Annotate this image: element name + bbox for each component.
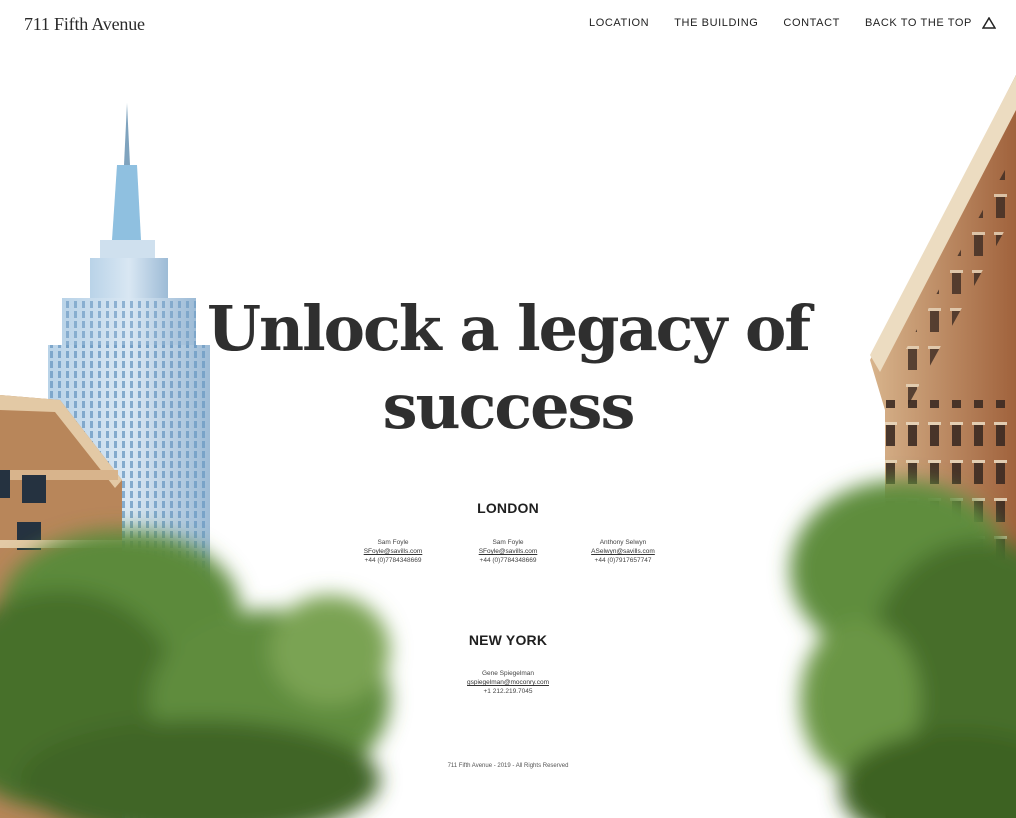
contact-card: Gene Spiegelman gspiegelman@moconry.com … <box>451 669 566 696</box>
contact-phone: +44 (0)7784348669 <box>479 557 537 564</box>
footer-copyright: 711 Fifth Avenue - 2019 - All Rights Res… <box>447 763 569 769</box>
contact-name: Gene Spiegelman <box>481 670 535 677</box>
contact-email[interactable]: SFoyle@savills.com <box>451 547 566 556</box>
hero-line-1: Unlock a legacy of <box>206 292 811 365</box>
nav-the-building[interactable]: THE BUILDING <box>674 17 758 29</box>
contact-phone: +1 212.219.7045 <box>483 688 533 695</box>
contact-email[interactable]: gspiegelman@moconry.com <box>451 678 566 687</box>
contact-phone: +44 (0)7917657747 <box>594 557 652 564</box>
contact-card: Anthony Selwyn ASelwyn@savills.com +44 (… <box>566 538 681 565</box>
london-title: LONDON <box>477 500 539 516</box>
contact-card: Sam Foyle SFoyle@savills.com +44 (0)7784… <box>336 538 451 565</box>
contact-card: Sam Foyle SFoyle@savills.com +44 (0)7784… <box>451 538 566 565</box>
contact-name: Sam Foyle <box>492 539 524 546</box>
hero-line-2: success <box>382 370 636 443</box>
nav-location[interactable]: LOCATION <box>589 17 649 29</box>
main-nav: LOCATION THE BUILDING CONTACT BACK TO TH… <box>564 17 996 29</box>
contact-email[interactable]: ASelwyn@savills.com <box>566 547 681 556</box>
new-york-contacts: Gene Spiegelman gspiegelman@moconry.com … <box>0 669 1016 696</box>
contact-name: Anthony Selwyn <box>599 539 647 546</box>
london-contacts: Sam Foyle SFoyle@savills.com +44 (0)7784… <box>0 538 1016 565</box>
nav-contact[interactable]: CONTACT <box>783 17 840 29</box>
hero-headline: Unlock a legacy of success <box>0 290 1016 446</box>
contact-email[interactable]: SFoyle@savills.com <box>336 547 451 556</box>
triangle-up-icon[interactable] <box>982 17 996 29</box>
new-york-title: NEW YORK <box>468 632 548 648</box>
contact-name: Sam Foyle <box>377 539 409 546</box>
empire-state-building <box>48 103 210 818</box>
right-building <box>870 75 1016 818</box>
nav-back-to-top[interactable]: BACK TO THE TOP <box>865 17 972 29</box>
contact-phone: +44 (0)7784348669 <box>364 557 422 564</box>
site-logo[interactable]: 711 Fifth Avenue <box>24 14 145 35</box>
left-building <box>0 395 122 818</box>
